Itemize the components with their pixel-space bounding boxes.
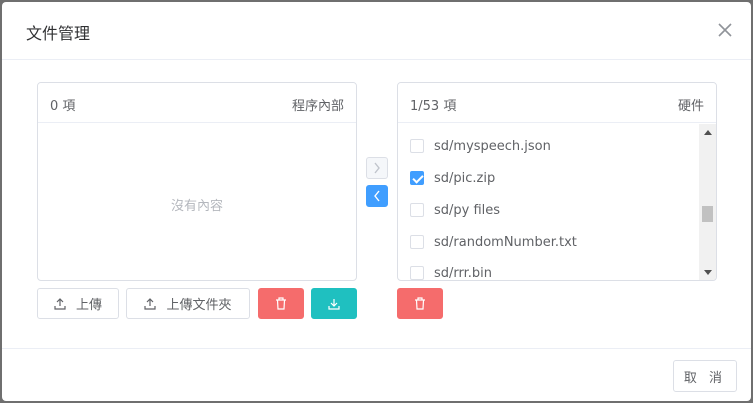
right-transfer-panel: 1/53 項 硬件 sd/myspeech.json sd/pic.zip sd… (397, 82, 717, 281)
left-transfer-panel: 0 項 程序內部 沒有內容 (37, 82, 357, 281)
transfer-left-button[interactable] (366, 185, 388, 207)
upload-button[interactable]: 上傳 (37, 288, 119, 319)
checkbox[interactable] (410, 171, 424, 185)
list-item[interactable]: sd/randomNumber.txt (410, 232, 577, 252)
trash-icon (276, 297, 286, 310)
cancel-button[interactable]: 取 消 (673, 360, 737, 392)
transfer-right-button[interactable] (366, 157, 388, 179)
checkbox[interactable] (410, 235, 424, 249)
download-button[interactable] (311, 288, 357, 319)
left-panel-header: 0 項 程序內部 (38, 83, 356, 123)
scroll-up-arrow-icon[interactable] (704, 130, 712, 135)
checkbox[interactable] (410, 139, 424, 153)
list-item[interactable]: sd/rrr.bin (410, 263, 493, 281)
scrollbar-thumb[interactable] (702, 206, 713, 222)
right-panel-title: 硬件 (677, 99, 704, 114)
dialog-header: 文件管理 (2, 2, 751, 60)
left-panel-empty-text: 沒有內容 (170, 199, 223, 214)
upload-folder-button[interactable]: 上傳文件夾 (126, 288, 250, 319)
chevron-right-icon (374, 162, 380, 174)
list-item-label: sd/myspeech.json (434, 138, 551, 154)
list-item-label: sd/pic.zip (434, 170, 496, 186)
checkbox[interactable] (410, 266, 424, 280)
list-item-label: sd/py files (434, 202, 501, 218)
upload-button-label: 上傳 (75, 298, 102, 313)
upload-folder-button-label: 上傳文件夾 (166, 298, 232, 313)
right-panel-count: 1/53 項 (410, 99, 457, 114)
download-icon (328, 298, 340, 310)
list-scrollbar[interactable] (699, 124, 716, 280)
scroll-down-arrow-icon[interactable] (704, 270, 712, 275)
list-item-label: sd/rrr.bin (434, 265, 493, 281)
chevron-left-icon (374, 190, 380, 202)
upload-icon (144, 297, 157, 310)
trash-icon (415, 297, 425, 310)
list-item-label: sd/randomNumber.txt (434, 234, 577, 250)
checkbox[interactable] (410, 203, 424, 217)
list-item[interactable]: sd/pic.zip (410, 168, 495, 188)
upload-icon (54, 297, 66, 310)
left-panel-count: 0 項 (50, 99, 76, 114)
delete-hardware-button[interactable] (397, 288, 443, 319)
dialog-footer: 取 消 (2, 348, 751, 401)
right-file-list: sd/myspeech.json sd/pic.zip sd/py files … (398, 124, 698, 281)
delete-local-button[interactable] (258, 288, 304, 319)
left-panel-title: 程序內部 (291, 99, 344, 114)
list-item[interactable]: sd/py files (410, 200, 500, 220)
dialog-title: 文件管理 (26, 24, 91, 43)
right-panel-header: 1/53 項 硬件 (398, 83, 716, 123)
file-manager-dialog: 文件管理 0 項 程序內部 沒有內容 1/53 項 硬件 sd/myspeech… (2, 2, 751, 401)
close-icon[interactable] (713, 18, 737, 42)
list-item[interactable]: sd/myspeech.json (410, 136, 551, 156)
